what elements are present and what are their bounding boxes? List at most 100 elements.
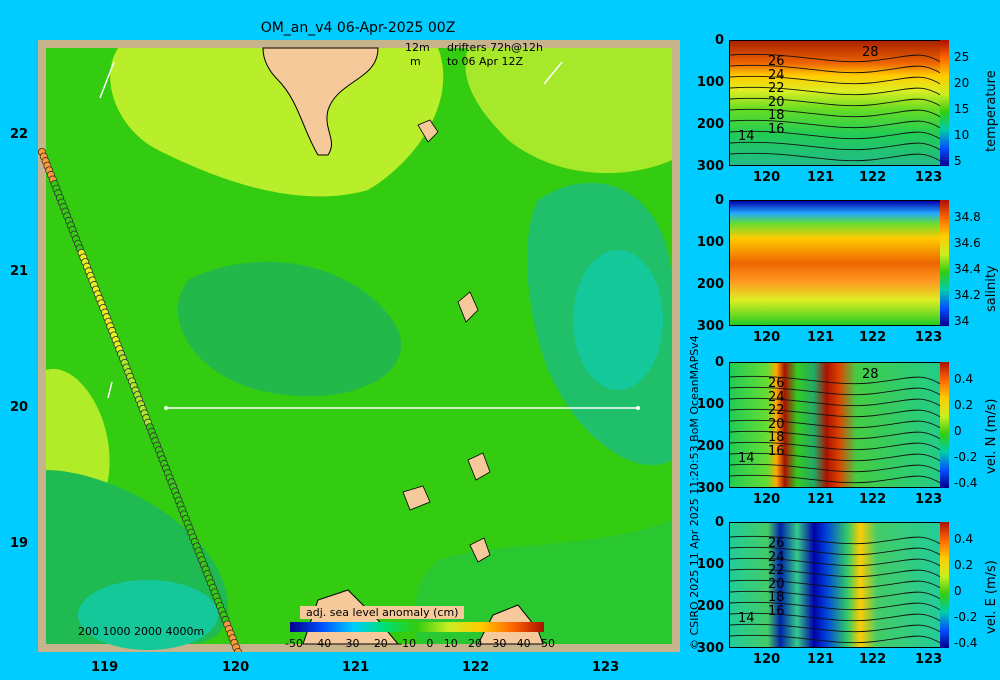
panel-colorbar-tick: 10 (954, 128, 970, 142)
colorbar-tick: -20 (369, 637, 388, 650)
contour-line (730, 568, 942, 579)
panel-y-tick: 0 (714, 515, 724, 530)
contour-line (730, 441, 942, 452)
contour-line (730, 97, 942, 108)
panel-y-tick: 200 (696, 439, 724, 454)
panel-x-tick: 122 (859, 492, 887, 507)
colorbar-title: adj. sea level anomaly (cm) (300, 606, 465, 619)
panel-colorbar-tick: 34 (954, 314, 970, 328)
panel-x-tick: 121 (807, 170, 835, 185)
panel-colorbar (940, 40, 949, 166)
colorbar-tick: -50 (285, 637, 303, 650)
panel-x-tick: 121 (807, 492, 835, 507)
contour-line (730, 119, 942, 130)
contour-line (730, 375, 942, 386)
contour-line (730, 590, 942, 601)
panel-y-tick: 0 (714, 33, 724, 48)
colorbar-tick: 0 (426, 637, 434, 650)
legend-12m: 12m (405, 41, 430, 54)
panel-x-tick: 123 (915, 652, 943, 667)
panel-ylabel: vel. E (m/s) (984, 560, 999, 634)
panel-y-tick: 0 (714, 355, 724, 370)
map-x-tick: 122 (462, 660, 490, 675)
panel-colorbar-tick: -0.2 (954, 610, 978, 624)
panel-y-tick: 0 (714, 193, 724, 208)
colorbar-ticks: -50 -40 -30 -20 -10 0 10 20 30 40 50 (285, 637, 555, 650)
page-title: OM_an_v4 06-Apr-2025 00Z (260, 20, 456, 36)
contour-label: 14 (738, 129, 755, 144)
contour-line (730, 474, 942, 485)
section-panel-1 (729, 200, 941, 326)
panel-colorbar (940, 362, 949, 488)
contour-line (730, 546, 942, 557)
contour-line (730, 130, 942, 141)
contour-label: 14 (738, 611, 755, 626)
panel-y-tick: 100 (696, 75, 724, 90)
contour-line (730, 64, 942, 75)
panel-x-tick: 122 (859, 652, 887, 667)
panel-x-tick: 120 (753, 330, 781, 345)
panel-colorbar-tick: 15 (954, 102, 970, 116)
drifter-point (234, 648, 242, 652)
contour-label: 16 (768, 603, 785, 619)
map-x-tick: 123 (592, 660, 620, 675)
panel-colorbar (940, 200, 949, 326)
contour-line (730, 612, 942, 623)
panel-colorbar-tick: 0 (954, 584, 962, 598)
contour-line (730, 386, 942, 397)
section-panel-0: 26 24 22 20 18 16 14 28 (729, 40, 942, 166)
colorbar-tick: -40 (313, 637, 332, 650)
contour-line (730, 430, 942, 441)
panel-colorbar-tick: 34.4 (954, 262, 981, 276)
panel-colorbar-tick: 0.2 (954, 398, 974, 412)
map-y-tick: 20 (10, 400, 29, 415)
contour-line (730, 75, 942, 86)
panel-y-tick: 100 (696, 557, 724, 572)
panel-colorbar-tick: -0.2 (954, 450, 978, 464)
panel-y-tick: 300 (696, 319, 724, 334)
panel-x-tick: 122 (859, 170, 887, 185)
panel-colorbar-tick: 25 (954, 50, 970, 64)
panel-x-tick: 121 (807, 652, 835, 667)
panel-colorbar-tick: -0.4 (954, 636, 978, 650)
low-anomaly-east-core (573, 250, 663, 390)
colorbar-tick: 20 (468, 637, 483, 650)
panel-x-tick: 123 (915, 492, 943, 507)
panel-colorbar (940, 522, 949, 648)
contour-line (730, 53, 942, 64)
panel-x-tick: 122 (859, 330, 887, 345)
panel-colorbar-tick: 34.2 (954, 288, 981, 302)
panel-ylabel: temperature (984, 70, 999, 152)
panel-colorbar-tick: 0 (954, 424, 962, 438)
map-y-tick: 19 (10, 536, 29, 551)
contour-line (730, 463, 942, 474)
sea-level-map (38, 40, 680, 652)
panel-colorbar-tick: 0.2 (954, 558, 974, 572)
contour-line (730, 557, 942, 568)
panel-x-tick: 120 (753, 170, 781, 185)
panel-y-tick: 200 (696, 599, 724, 614)
colorbar-tick: 40 (516, 637, 531, 650)
contour-label: 14 (738, 451, 755, 466)
panel-ylabel: salinity (984, 265, 999, 312)
panel-x-tick: 123 (915, 170, 943, 185)
panel-colorbar-tick: -0.4 (954, 476, 978, 490)
panel-colorbar-tick: 34.6 (954, 236, 981, 250)
colorbar-tick: 50 (540, 637, 555, 650)
panel-colorbar-tick: 0.4 (954, 532, 974, 546)
panel-ylabel: vel. N (m/s) (984, 398, 999, 474)
panel-y-tick: 200 (696, 117, 724, 132)
panel-colorbar-tick: 0.4 (954, 372, 974, 386)
panel-y-tick: 200 (696, 277, 724, 292)
contour-line (730, 452, 942, 463)
contour-line (730, 623, 942, 634)
panel-y-tick: 100 (696, 235, 724, 250)
depth-contour-labels: 200 1000 2000 4000m (78, 625, 205, 638)
panel-y-tick: 100 (696, 397, 724, 412)
map-y-tick: 21 (10, 264, 29, 279)
colorbar-tick: 30 (492, 637, 507, 650)
panel-colorbar-tick: 20 (954, 76, 970, 90)
legend-m: m (410, 55, 421, 68)
contour-line (730, 397, 942, 408)
contour-line (730, 108, 942, 119)
